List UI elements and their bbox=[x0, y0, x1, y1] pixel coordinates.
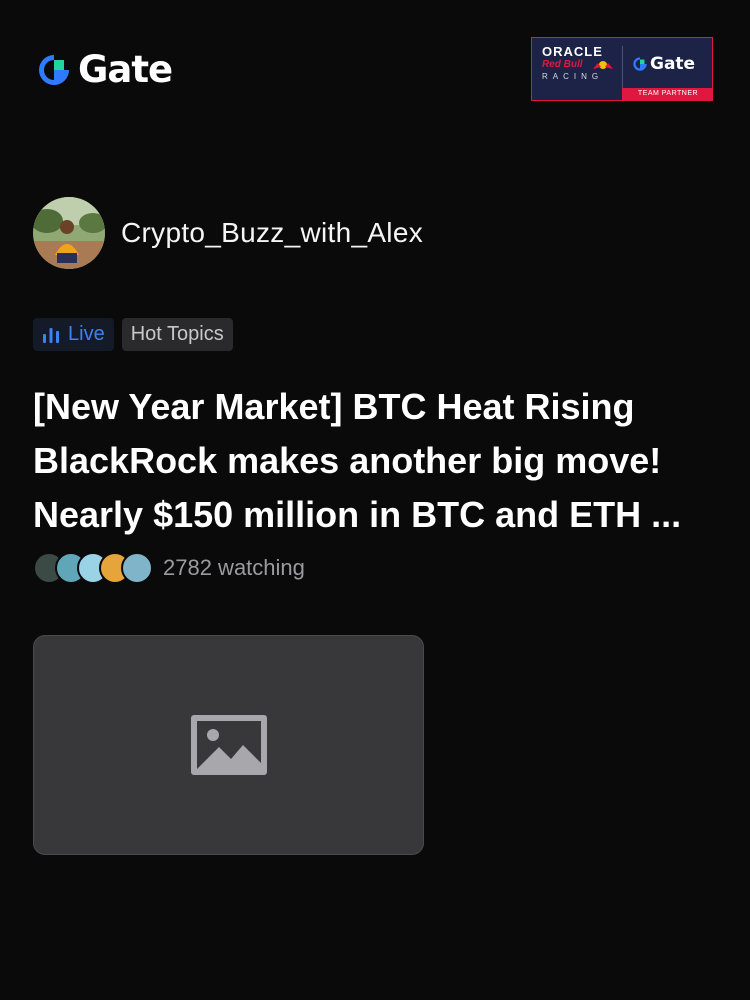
live-tag-label: Live bbox=[68, 323, 105, 345]
author-photo bbox=[33, 197, 105, 269]
partner-redbull-text: Red Bull bbox=[542, 59, 583, 70]
author-avatar[interactable] bbox=[33, 197, 105, 269]
team-partner-strip: TEAM PARTNER bbox=[622, 88, 712, 100]
viewer-avatars bbox=[33, 552, 153, 584]
author-name[interactable]: Crypto_Buzz_with_Alex bbox=[121, 217, 423, 249]
hot-topics-tag[interactable]: Hot Topics bbox=[121, 318, 233, 351]
post-title-line: BlackRock makes another big move! bbox=[33, 440, 662, 481]
viewer-avatar bbox=[121, 552, 153, 584]
partner-gate-logo: Gate bbox=[632, 54, 695, 74]
bar-chart-icon bbox=[43, 327, 59, 343]
post-title-line: Nearly $150 million in BTC and ETH ... bbox=[33, 494, 682, 535]
partner-racing-text: RACING bbox=[542, 72, 604, 81]
partner-gate-text: Gate bbox=[650, 54, 696, 74]
post-thumbnail[interactable] bbox=[33, 635, 424, 855]
team-partner-badge: ORACLE Red Bull RACING Gate TEAM PARTNER bbox=[531, 37, 713, 101]
live-tag[interactable]: Live bbox=[33, 318, 114, 351]
partner-oracle-text: ORACLE bbox=[542, 44, 603, 59]
gate-logo-icon bbox=[39, 55, 69, 85]
viewer-row: 2782 watching bbox=[33, 552, 305, 584]
post-title[interactable]: [New Year Market] BTC Heat Rising BlackR… bbox=[33, 380, 723, 542]
gate-logo-text: Gate bbox=[78, 48, 173, 91]
red-bull-icon bbox=[593, 61, 613, 69]
watching-count: 2782 watching bbox=[163, 555, 305, 580]
gate-mini-icon bbox=[633, 57, 647, 71]
image-placeholder-icon bbox=[190, 715, 267, 775]
partner-divider bbox=[622, 46, 623, 88]
post-title-line: [New Year Market] BTC Heat Rising bbox=[33, 386, 635, 427]
gate-logo[interactable]: Gate bbox=[36, 48, 173, 91]
post-tags: Live Hot Topics bbox=[33, 318, 233, 351]
author-row[interactable]: Crypto_Buzz_with_Alex bbox=[33, 197, 423, 269]
live-post-screen: Gate ORACLE Red Bull RACING Gate TEAM PA… bbox=[0, 0, 750, 1000]
